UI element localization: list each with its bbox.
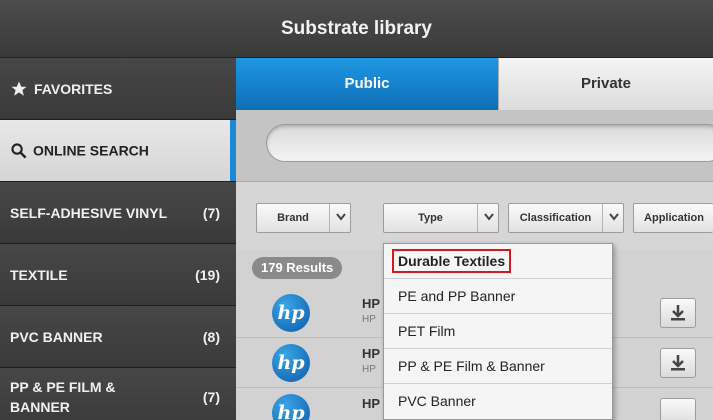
hp-logo: hp — [272, 394, 310, 420]
option-label: Durable Textiles — [392, 249, 512, 273]
filter-bar: Brand Type Classification Application — [236, 182, 713, 250]
download-icon — [661, 305, 695, 331]
classification-filter-dropdown[interactable]: Classification — [508, 203, 624, 233]
download-button[interactable] — [660, 348, 696, 378]
tab-private[interactable]: Private — [498, 58, 713, 110]
dropdown-option-pet-film[interactable]: PET Film — [384, 314, 612, 349]
substrate-brand: HP — [362, 364, 376, 375]
sidebar-item-pp-pe-film-banner[interactable]: PP & PE FILM & BANNER (7) — [0, 368, 236, 420]
sidebar-item-count: (7) — [202, 389, 220, 405]
substrate-name: HP — [362, 396, 381, 411]
dropdown-option-pe-pp-banner[interactable]: PE and PP Banner — [384, 279, 612, 314]
sidebar-item-count: (7) — [202, 205, 220, 221]
sidebar-item-label: PP & PE FILM & — [10, 379, 116, 395]
sidebar: FAVORITES ONLINE SEARCH SELF-ADHESIVE VI… — [0, 58, 236, 420]
chevron-down-icon — [602, 204, 624, 232]
sidebar-item-textile[interactable]: TEXTILE (19) — [0, 244, 236, 306]
type-dropdown-menu: Durable Textiles PE and PP Banner PET Fi… — [383, 243, 613, 420]
tab-public[interactable]: Public — [236, 58, 498, 110]
dropdown-option-pvc-banner[interactable]: PVC Banner — [384, 384, 612, 419]
sidebar-item-label-line2: BANNER — [10, 399, 70, 415]
sidebar-item-favorites[interactable]: FAVORITES — [0, 58, 236, 120]
chevron-down-icon — [329, 204, 351, 232]
download-button[interactable] — [660, 398, 696, 420]
download-icon — [661, 355, 695, 381]
dropdown-option-durable-textiles[interactable]: Durable Textiles — [384, 244, 612, 279]
hp-logo: hp — [272, 294, 310, 332]
filter-label: Classification — [519, 212, 592, 224]
substrate-name: HP — [362, 346, 381, 361]
sidebar-item-online-search[interactable]: ONLINE SEARCH — [0, 120, 236, 182]
substrate-brand: HP — [362, 314, 376, 325]
application-filter-dropdown[interactable]: Application — [633, 203, 713, 233]
filter-label: Brand — [277, 212, 309, 224]
sidebar-item-count: (8) — [202, 329, 220, 345]
sidebar-item-self-adhesive-vinyl[interactable]: SELF-ADHESIVE VINYL (7) — [0, 182, 236, 244]
sidebar-item-count: (19) — [195, 267, 220, 283]
star-icon — [10, 80, 28, 101]
filter-label: Application — [644, 212, 704, 224]
dropdown-option-pp-pe-film-banner[interactable]: PP & PE Film & Banner — [384, 349, 612, 384]
hp-logo: hp — [272, 344, 310, 382]
sidebar-item-label: FAVORITES — [34, 81, 113, 98]
substrate-name: HP — [362, 296, 381, 311]
sidebar-item-label: TEXTILE — [10, 267, 68, 283]
brand-filter-dropdown[interactable]: Brand — [256, 203, 351, 233]
sidebar-item-label: SELF-ADHESIVE VINYL — [10, 205, 168, 221]
search-icon — [10, 142, 27, 162]
filter-label: Type — [418, 212, 443, 224]
tab-bar: Public Private — [236, 58, 713, 110]
type-filter-dropdown[interactable]: Type — [383, 203, 499, 233]
download-button[interactable] — [660, 298, 696, 328]
sidebar-item-pvc-banner[interactable]: PVC BANNER (8) — [0, 306, 236, 368]
sidebar-item-label: PVC BANNER — [10, 329, 103, 345]
sidebar-item-label: ONLINE SEARCH — [33, 142, 149, 159]
results-count-badge: 179 Results — [252, 257, 343, 279]
search-area — [236, 110, 713, 182]
chevron-down-icon — [477, 204, 499, 232]
window-title: Substrate library — [0, 0, 713, 58]
search-input[interactable] — [266, 124, 713, 162]
